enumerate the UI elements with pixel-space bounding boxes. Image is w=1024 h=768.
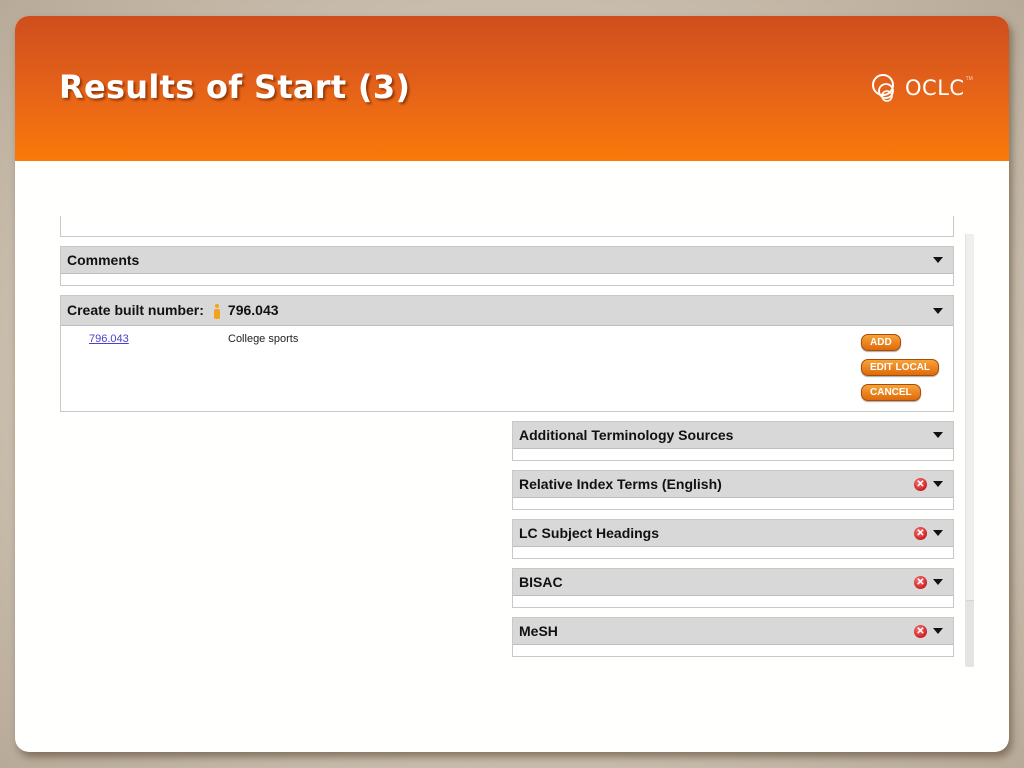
remove-icon[interactable]: ✕ [914,526,927,540]
built-number-description: College sports [228,333,299,345]
scrollbar-thumb[interactable] [966,600,974,667]
slide-header: Results of Start (3) OCLC TM [15,16,1009,161]
chevron-down-icon[interactable] [933,579,943,585]
built-number-link[interactable]: 796.043 [89,333,129,345]
bisac-header[interactable]: BISAC ✕ [513,569,953,596]
mesh-label: MeSH [519,623,558,639]
lcsh-label: LC Subject Headings [519,525,660,541]
relative-index-label: Relative Index Terms (English) [519,476,722,492]
built-number-value: 796.043 [227,301,279,318]
bisac-label: BISAC [519,574,563,590]
previous-panel-bottom [60,216,954,237]
relative-index-panel: Relative Index Terms (English) ✕ [512,470,954,510]
chevron-down-icon[interactable] [933,432,943,438]
remove-icon[interactable]: ✕ [914,624,927,638]
comments-panel: Comments [60,246,954,286]
remove-icon[interactable]: ✕ [914,477,927,491]
additional-sources-panel: Additional Terminology Sources [512,421,954,461]
lcsh-header[interactable]: LC Subject Headings ✕ [513,520,953,547]
chevron-down-icon[interactable] [933,628,943,634]
built-number-panel-header[interactable]: Create built number: 796.043 [61,296,953,326]
mesh-panel: MeSH ✕ [512,617,954,657]
additional-sources-header[interactable]: Additional Terminology Sources [513,422,953,449]
logo-text: OCLC [905,76,965,100]
built-number-label: Create built number: [67,301,204,318]
scrollbar[interactable] [965,234,974,667]
additional-sources-label: Additional Terminology Sources [519,427,734,443]
relative-index-header[interactable]: Relative Index Terms (English) ✕ [513,471,953,498]
lcsh-panel: LC Subject Headings ✕ [512,519,954,559]
comments-panel-header[interactable]: Comments [61,247,953,274]
comments-label: Comments [67,252,140,268]
oclc-logo: OCLC TM [871,72,973,104]
mesh-header[interactable]: MeSH ✕ [513,618,953,645]
info-icon[interactable] [213,303,220,320]
slide: Results of Start (3) OCLC TM Comments Cr… [15,16,1009,752]
chevron-down-icon[interactable] [933,481,943,487]
chevron-down-icon[interactable] [933,257,943,263]
cancel-button[interactable]: CANCEL [861,384,921,401]
chevron-down-icon[interactable] [933,307,943,314]
logo-trademark: TM [965,76,973,82]
add-button[interactable]: ADD [861,334,901,351]
remove-icon[interactable]: ✕ [914,575,927,589]
slide-title: Results of Start (3) [59,68,411,106]
edit-local-button[interactable]: EDIT LOCAL [861,359,939,376]
built-number-panel: Create built number: 796.043 796.043 Coll… [60,295,954,412]
bisac-panel: BISAC ✕ [512,568,954,608]
oclc-logo-icon [872,74,894,102]
chevron-down-icon[interactable] [933,530,943,536]
